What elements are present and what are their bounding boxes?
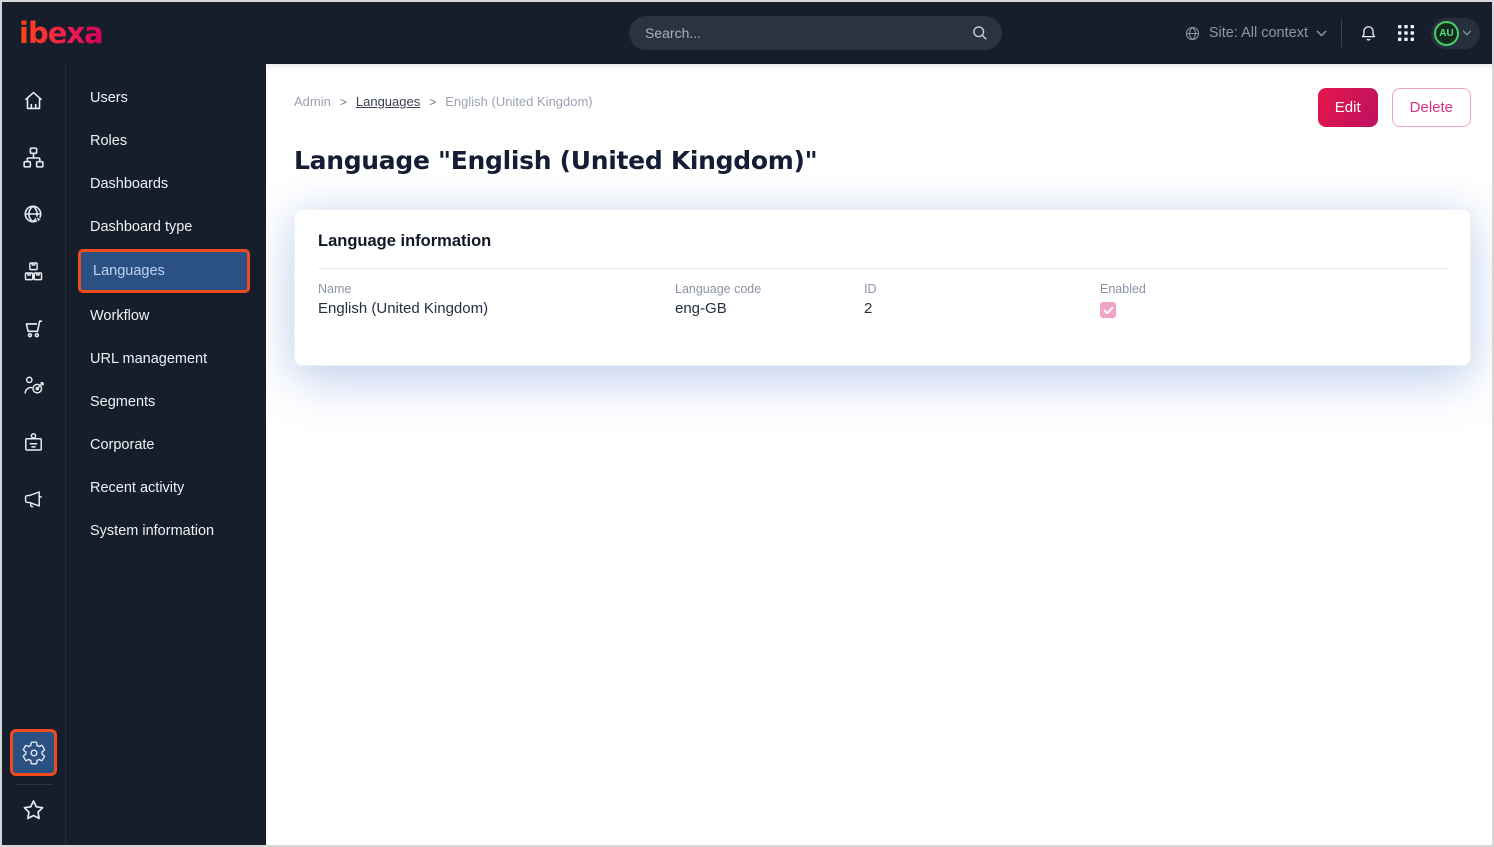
sidebar-item-segments[interactable]: Segments xyxy=(66,380,266,423)
field-value: English (United Kingdom) xyxy=(318,300,489,317)
page-title: Language "English (United Kingdom)" xyxy=(294,146,818,175)
sidebar-item-commerce[interactable] xyxy=(2,300,66,357)
top-bar: ibexa Site: All context xyxy=(2,2,1492,64)
icon-rail xyxy=(2,64,66,845)
sidebar-item-campaign[interactable] xyxy=(2,471,66,528)
edit-button[interactable]: Edit xyxy=(1317,88,1378,127)
app-grid-button[interactable] xyxy=(1395,22,1417,44)
sidebar-item-home[interactable] xyxy=(2,72,66,129)
sidebar-item-content-tree[interactable] xyxy=(2,129,66,186)
card-heading: Language information xyxy=(318,232,492,250)
sidebar-item-users[interactable]: Users xyxy=(66,76,266,119)
sidebar-item-system-information[interactable]: System information xyxy=(66,509,266,552)
sidebar-item-corporate[interactable] xyxy=(2,414,66,471)
sidebar-item-product-catalog[interactable] xyxy=(2,243,66,300)
grid-icon xyxy=(1397,24,1415,42)
gear-icon xyxy=(21,740,47,766)
field-value: eng-GB xyxy=(675,300,727,317)
search-input[interactable] xyxy=(645,25,970,41)
icon-rail-bottom xyxy=(2,729,65,833)
sidebar-item-dashboards[interactable]: Dashboards xyxy=(66,162,266,205)
ibexa-logo[interactable]: ibexa xyxy=(19,16,104,50)
sidebar-item-url-management[interactable]: URL management xyxy=(66,337,266,380)
sidebar-item-corporate[interactable]: Corporate xyxy=(66,423,266,466)
field-enabled: Enabled xyxy=(1100,282,1447,318)
sidebar-item-roles[interactable]: Roles xyxy=(66,119,266,162)
language-information-card: Language information Name English (Unite… xyxy=(294,209,1471,366)
enabled-checkbox xyxy=(1100,302,1116,318)
delete-button[interactable]: Delete xyxy=(1391,88,1471,127)
site-context-switcher[interactable]: Site: All context xyxy=(1184,25,1327,42)
sidebar-item-recent-activity[interactable]: Recent activity xyxy=(66,466,266,509)
breadcrumb-item-admin: Admin xyxy=(294,94,331,109)
notifications-button[interactable] xyxy=(1356,21,1381,46)
star-icon xyxy=(20,797,47,824)
home-icon xyxy=(21,88,46,113)
boxes-icon xyxy=(21,259,46,284)
megaphone-icon xyxy=(21,487,46,512)
badge-icon xyxy=(21,430,46,455)
global-search[interactable] xyxy=(629,16,1002,50)
cart-icon xyxy=(21,316,46,341)
breadcrumb: Admin > Languages > English (United King… xyxy=(294,94,593,109)
sidebar-item-settings[interactable] xyxy=(10,729,57,776)
field-name: Name English (United Kingdom) xyxy=(318,282,675,318)
sidebar-item-workflow[interactable]: Workflow xyxy=(66,294,266,337)
bell-icon xyxy=(1358,23,1379,44)
user-menu[interactable]: AU xyxy=(1431,17,1480,49)
topbar-divider xyxy=(1341,19,1342,47)
user-avatar: AU xyxy=(1434,20,1459,46)
field-label: Enabled xyxy=(1100,282,1146,296)
person-target-icon xyxy=(21,373,46,398)
rail-divider xyxy=(14,784,53,785)
sidebar-item-personalization[interactable] xyxy=(2,357,66,414)
main-content: Admin > Languages > English (United King… xyxy=(266,64,1492,845)
chevron-down-icon xyxy=(1462,30,1472,36)
language-fields: Name English (United Kingdom) Language c… xyxy=(295,269,1470,318)
breadcrumb-separator: > xyxy=(339,94,347,109)
admin-menu: Users Roles Dashboards Dashboard type La… xyxy=(66,64,266,845)
field-id: ID 2 xyxy=(864,282,1100,318)
breadcrumb-item-current: English (United Kingdom) xyxy=(445,94,593,109)
field-value: 2 xyxy=(864,300,873,317)
content-tree-icon xyxy=(21,145,46,170)
globe-icon xyxy=(1184,25,1201,42)
search-icon[interactable] xyxy=(970,23,990,43)
checkmark-icon xyxy=(1103,306,1114,315)
sidebar-item-site[interactable] xyxy=(2,186,66,243)
sidebar-item-languages[interactable]: Languages xyxy=(78,249,250,293)
sidebar-item-bookmarks[interactable] xyxy=(2,787,66,833)
field-label: Language code xyxy=(675,282,762,296)
breadcrumb-item-languages[interactable]: Languages xyxy=(356,94,420,109)
breadcrumb-separator: > xyxy=(429,94,437,109)
field-label: Name xyxy=(318,282,352,296)
app-window: ibexa Site: All context xyxy=(0,0,1494,847)
site-context-label: Site: All context xyxy=(1208,25,1308,41)
sidebar-item-dashboard-type[interactable]: Dashboard type xyxy=(66,205,266,248)
site-globe-icon xyxy=(21,202,46,227)
field-language-code: Language code eng-GB xyxy=(675,282,864,318)
field-label: ID xyxy=(864,282,877,296)
chevron-down-icon xyxy=(1316,29,1327,37)
page-actions: Edit Delete xyxy=(1317,88,1471,127)
topbar-right-controls: Site: All context AU xyxy=(1184,2,1480,64)
